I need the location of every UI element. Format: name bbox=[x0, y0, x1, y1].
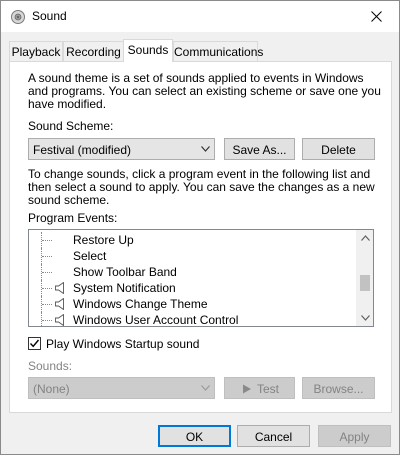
list-item[interactable]: System Notification bbox=[29, 280, 355, 296]
sounds-panel: A sound theme is a set of sounds applied… bbox=[9, 61, 392, 413]
startup-sound-label[interactable]: Play Windows Startup sound bbox=[46, 338, 199, 351]
tab-communications[interactable]: Communications bbox=[173, 41, 263, 61]
instructions-line-3: sound scheme. bbox=[28, 193, 110, 207]
chevron-down-icon bbox=[201, 146, 210, 152]
event-label: Restore Up bbox=[73, 233, 134, 247]
event-label: Select bbox=[73, 249, 107, 263]
ok-button[interactable]: OK bbox=[158, 425, 231, 447]
event-label: Windows User Account Control bbox=[73, 313, 239, 327]
browse-button[interactable]: Browse... bbox=[302, 377, 375, 399]
chevron-up-icon[interactable] bbox=[361, 235, 370, 241]
sound-file-value: (None) bbox=[33, 382, 70, 396]
speaker-icon bbox=[11, 10, 25, 24]
test-label: Test bbox=[257, 382, 280, 396]
speaker-icon bbox=[55, 298, 64, 310]
event-label: Show Toolbar Band bbox=[73, 265, 177, 279]
event-label: Windows Change Theme bbox=[73, 297, 208, 311]
tree-connector bbox=[41, 248, 63, 264]
save-as-button[interactable]: Save As... bbox=[224, 138, 295, 160]
list-item[interactable]: Windows User Account Control bbox=[29, 312, 355, 327]
tab-recording[interactable]: Recording bbox=[63, 41, 124, 61]
list-item[interactable]: Restore Up bbox=[29, 232, 355, 248]
list-item[interactable]: Windows Change Theme bbox=[29, 296, 355, 312]
chevron-down-icon[interactable] bbox=[361, 315, 370, 321]
list-item[interactable]: Show Toolbar Band bbox=[29, 264, 355, 280]
delete-button[interactable]: Delete bbox=[302, 138, 375, 160]
speaker-icon bbox=[55, 282, 64, 294]
startup-sound-checkbox[interactable] bbox=[28, 337, 41, 350]
apply-button[interactable]: Apply bbox=[318, 425, 391, 447]
events-scrollbar[interactable] bbox=[356, 230, 373, 326]
program-events-label: Program Events: bbox=[28, 211, 118, 225]
sound-scheme-label: Sound Scheme: bbox=[28, 119, 114, 133]
sound-scheme-value: Festival (modified) bbox=[33, 143, 132, 157]
tree-connector bbox=[41, 264, 63, 280]
checkmark-icon bbox=[29, 339, 40, 348]
chevron-down-icon bbox=[201, 385, 210, 391]
close-icon bbox=[370, 11, 382, 22]
sound-scheme-select[interactable]: Festival (modified) bbox=[28, 138, 215, 160]
list-item[interactable]: Select bbox=[29, 248, 355, 264]
event-label: System Notification bbox=[73, 281, 176, 295]
cancel-button[interactable]: Cancel bbox=[237, 425, 310, 447]
play-icon bbox=[243, 384, 251, 394]
sounds-label: Sounds: bbox=[28, 359, 73, 373]
scrollbar-thumb[interactable] bbox=[360, 275, 370, 291]
tab-playback[interactable]: Playback bbox=[9, 41, 63, 61]
speaker-icon bbox=[55, 314, 64, 326]
tree-connector bbox=[41, 232, 63, 248]
sound-file-select[interactable]: (None) bbox=[28, 377, 215, 399]
test-button[interactable]: Test bbox=[224, 377, 295, 399]
title-bar[interactable]: Sound bbox=[1, 1, 399, 32]
tab-sounds[interactable]: Sounds bbox=[123, 39, 173, 62]
description-line-3: have modified. bbox=[28, 97, 107, 111]
close-button[interactable] bbox=[353, 1, 399, 32]
sound-dialog: Sound Playback Recording Sounds Communic… bbox=[0, 0, 400, 455]
window-title: Sound bbox=[32, 9, 67, 23]
program-events-list[interactable]: Restore Up Select Show Toolbar Band Syst… bbox=[28, 229, 374, 327]
